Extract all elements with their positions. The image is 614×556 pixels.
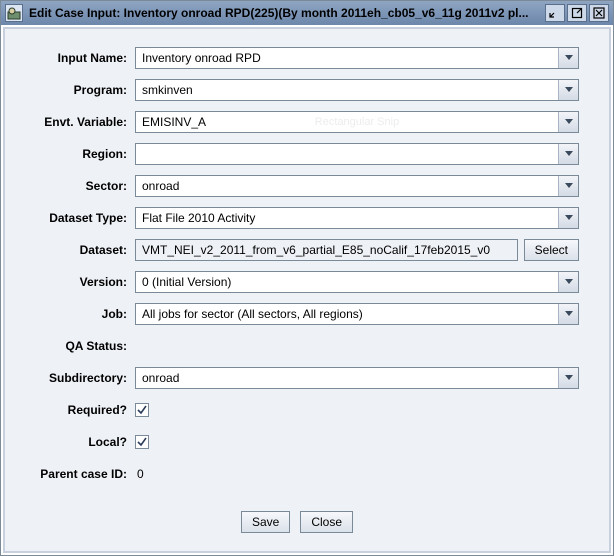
subdirectory-combobox[interactable]: onroad xyxy=(135,367,579,389)
version-label: Version: xyxy=(15,275,135,289)
input-name-combobox[interactable] xyxy=(135,47,579,69)
version-combobox[interactable]: 0 (Initial Version) xyxy=(135,271,579,293)
close-window-button[interactable] xyxy=(589,4,609,22)
window-title: Edit Case Input: Inventory onroad RPD(22… xyxy=(27,6,541,20)
chevron-down-icon[interactable] xyxy=(558,304,578,324)
select-dataset-button[interactable]: Select xyxy=(524,239,579,261)
close-button[interactable]: Close xyxy=(300,511,353,533)
chevron-down-icon[interactable] xyxy=(558,112,578,132)
edit-case-input-window: Edit Case Input: Inventory onroad RPD(22… xyxy=(0,0,614,556)
program-value: smkinven xyxy=(136,83,558,97)
qa-status-label: QA Status: xyxy=(15,339,135,353)
sector-combobox[interactable]: onroad xyxy=(135,175,579,197)
program-combobox[interactable]: smkinven xyxy=(135,79,579,101)
titlebar: Edit Case Input: Inventory onroad RPD(22… xyxy=(1,1,613,25)
dataset-label: Dataset: xyxy=(15,243,135,257)
subdirectory-value: onroad xyxy=(136,371,558,385)
maximize-button[interactable] xyxy=(567,4,587,22)
required-label: Required? xyxy=(15,403,135,417)
minimize-button[interactable] xyxy=(545,4,565,22)
envt-variable-label: Envt. Variable: xyxy=(15,115,135,129)
sector-value: onroad xyxy=(136,179,558,193)
form-panel: Input Name: Program: smkinven xyxy=(3,27,611,553)
program-label: Program: xyxy=(15,83,135,97)
job-combobox[interactable]: All jobs for sector (All sectors, All re… xyxy=(135,303,579,325)
chevron-down-icon[interactable] xyxy=(558,272,578,292)
local-checkbox[interactable] xyxy=(135,435,149,449)
save-button[interactable]: Save xyxy=(241,511,290,533)
dataset-type-label: Dataset Type: xyxy=(15,211,135,225)
sector-label: Sector: xyxy=(15,179,135,193)
chevron-down-icon[interactable] xyxy=(558,144,578,164)
input-name-label: Input Name: xyxy=(15,51,135,65)
subdirectory-label: Subdirectory: xyxy=(15,371,135,385)
region-label: Region: xyxy=(15,147,135,161)
dataset-type-value: Flat File 2010 Activity xyxy=(136,211,558,225)
job-label: Job: xyxy=(15,307,135,321)
job-value: All jobs for sector (All sectors, All re… xyxy=(136,307,558,321)
envt-variable-value: EMISINV_A xyxy=(136,115,558,129)
parent-case-id-label: Parent case ID: xyxy=(15,467,135,481)
chevron-down-icon[interactable] xyxy=(558,368,578,388)
envt-variable-combobox[interactable]: EMISINV_A xyxy=(135,111,579,133)
dataset-value: VMT_NEI_v2_2011_from_v6_partial_E85_noCa… xyxy=(135,239,518,261)
chevron-down-icon[interactable] xyxy=(558,176,578,196)
input-name-input[interactable] xyxy=(136,48,558,68)
region-combobox[interactable] xyxy=(135,143,579,165)
chevron-down-icon[interactable] xyxy=(558,80,578,100)
app-icon xyxy=(5,4,23,22)
chevron-down-icon[interactable] xyxy=(558,208,578,228)
parent-case-id-value: 0 xyxy=(135,467,144,481)
dataset-type-combobox[interactable]: Flat File 2010 Activity xyxy=(135,207,579,229)
local-label: Local? xyxy=(15,435,135,449)
chevron-down-icon[interactable] xyxy=(558,48,578,68)
dialog-buttons: Save Close xyxy=(15,501,579,539)
required-checkbox[interactable] xyxy=(135,403,149,417)
window-controls xyxy=(545,4,609,22)
version-value: 0 (Initial Version) xyxy=(136,275,558,289)
